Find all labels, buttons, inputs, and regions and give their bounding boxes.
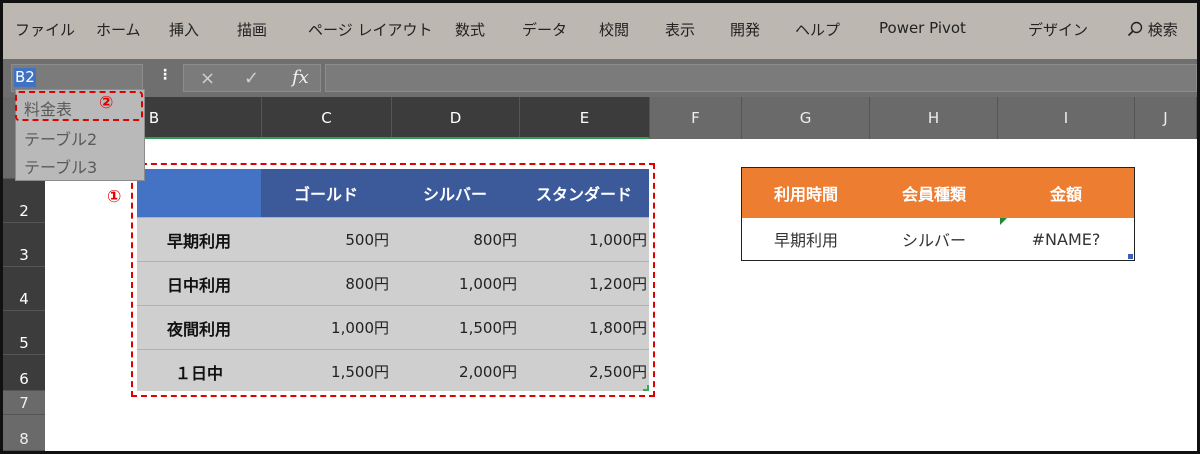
search-icon (1127, 21, 1143, 37)
tab-home[interactable]: ホーム (96, 19, 141, 40)
row-header-2[interactable]: 2 (3, 179, 45, 223)
more-options-icon[interactable]: ⋮ (158, 67, 172, 83)
price-table-highlight (131, 163, 655, 397)
row-header-4[interactable]: 4 (3, 267, 45, 311)
column-header-g[interactable]: G (742, 97, 870, 139)
tab-draw[interactable]: 描画 (237, 19, 267, 40)
dropdown-item-table2[interactable]: テーブル2 (24, 126, 97, 150)
amount-cell[interactable]: #NAME? (998, 218, 1134, 260)
ribbon-tab-bar: ファイル ホーム 挿入 描画 ページ レイアウト 数式 データ 校閲 表示 開発… (3, 3, 1197, 59)
tab-developer[interactable]: 開発 (730, 19, 760, 40)
table-resize-handle[interactable] (1128, 254, 1133, 259)
column-header-d[interactable]: D (392, 97, 520, 139)
excel-window: ファイル ホーム 挿入 描画 ページ レイアウト 数式 データ 校閲 表示 開発… (0, 0, 1200, 454)
annotation-2: ② (99, 93, 114, 113)
insert-function-button[interactable]: fx (292, 67, 309, 88)
header-amount[interactable]: 金額 (998, 168, 1134, 218)
enter-icon[interactable]: ✓ (244, 68, 259, 89)
tab-file[interactable]: ファイル (15, 19, 75, 40)
formula-input[interactable] (325, 64, 1197, 92)
member-type-cell[interactable]: シルバー (870, 218, 998, 260)
dropdown-item-table3[interactable]: テーブル3 (24, 154, 97, 178)
tab-power-pivot[interactable]: Power Pivot (879, 19, 966, 37)
column-header-e[interactable]: E (520, 97, 650, 139)
tab-review[interactable]: 校閲 (599, 19, 629, 40)
row-header-5[interactable]: 5 (3, 311, 45, 355)
cancel-icon[interactable]: × (200, 68, 215, 89)
tab-page-layout[interactable]: ページ レイアウト (308, 19, 432, 40)
search-box[interactable]: 検索 (1127, 19, 1178, 40)
annotation-1: ① (107, 187, 122, 207)
column-header-h[interactable]: H (870, 97, 998, 139)
header-member-type[interactable]: 会員種類 (870, 168, 998, 218)
name-box-value[interactable]: B2 (14, 68, 36, 87)
name-box[interactable]: B2 (11, 64, 143, 92)
column-header-c[interactable]: C (262, 97, 392, 139)
tab-data[interactable]: データ (522, 19, 567, 40)
column-header-i[interactable]: I (998, 97, 1135, 139)
usage-time-cell[interactable]: 早期利用 (742, 218, 870, 260)
search-label: 検索 (1147, 21, 1178, 39)
formula-bar-area: B2 ⋮ × ✓ fx (3, 59, 1197, 97)
column-header-j[interactable]: J (1135, 97, 1197, 139)
tab-help[interactable]: ヘルプ (795, 19, 840, 40)
row-header-7[interactable]: 7 (3, 391, 45, 415)
error-indicator-icon[interactable] (1000, 218, 1007, 225)
lookup-table-header: 利用時間 会員種類 金額 (742, 168, 1134, 218)
row-header-8[interactable]: 8 (3, 415, 45, 451)
column-header-row: B C D E F G H I J (3, 97, 1197, 139)
tab-design[interactable]: デザイン (1028, 19, 1088, 40)
row-header-6[interactable]: 6 (3, 355, 45, 391)
header-usage-time[interactable]: 利用時間 (742, 168, 870, 218)
row-header-3[interactable]: 3 (3, 223, 45, 267)
lookup-table: 利用時間 会員種類 金額 早期利用 シルバー #NAME? (741, 167, 1135, 261)
formula-buttons: × ✓ fx (183, 64, 321, 92)
dropdown-item-highlight (15, 91, 143, 121)
tab-view[interactable]: 表示 (665, 19, 695, 40)
tab-insert[interactable]: 挿入 (169, 19, 199, 40)
column-header-f[interactable]: F (650, 97, 742, 139)
tab-formulas[interactable]: 数式 (455, 19, 485, 40)
